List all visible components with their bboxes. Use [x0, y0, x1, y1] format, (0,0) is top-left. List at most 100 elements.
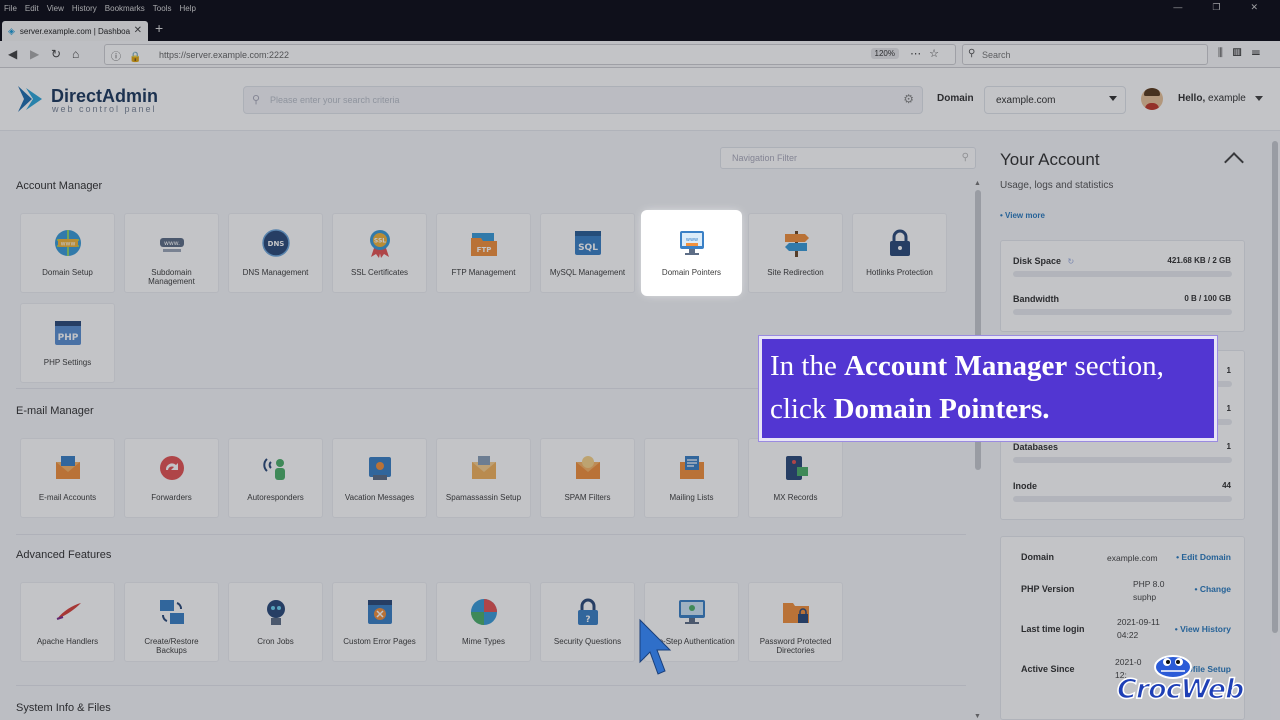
- your-account-subtitle: Usage, logs and statistics: [1000, 180, 1114, 191]
- ssl-badge-icon: SSL: [370, 230, 390, 258]
- library-sidebar-menu-icons[interactable]: ⫼▥☰: [1218, 47, 1270, 60]
- card-security-questions[interactable]: ? Security Questions: [540, 582, 635, 662]
- forward-arrow-icon: [160, 456, 184, 480]
- info-name: Domain: [1021, 552, 1055, 562]
- card-domain-setup[interactable]: www Domain Setup: [20, 213, 115, 293]
- user-greeting[interactable]: Hello, example: [1178, 93, 1246, 104]
- menu-tools[interactable]: Tools: [153, 4, 172, 13]
- two-step-monitor-icon: [679, 600, 705, 624]
- panel-search-input[interactable]: ⚲ Please enter your search criteria ⚙: [243, 86, 923, 114]
- card-subdomain-management[interactable]: www. Subdomain Management: [124, 213, 219, 293]
- new-tab-icon[interactable]: +: [155, 20, 163, 36]
- page-actions-icon[interactable]: ⋯☆: [910, 47, 947, 60]
- card-forwarders[interactable]: Forwarders: [124, 438, 219, 518]
- card-email-accounts[interactable]: E-mail Accounts: [20, 438, 115, 518]
- directadmin-logo-icon: [18, 86, 42, 112]
- card-apache-handlers[interactable]: Apache Handlers: [20, 582, 115, 662]
- search-icon: ⚲: [968, 48, 976, 59]
- collapse-chevron-icon[interactable]: [1224, 152, 1244, 172]
- card-site-redirection[interactable]: Site Redirection: [748, 213, 843, 293]
- menu-history[interactable]: History: [72, 4, 97, 13]
- restore-icon[interactable]: ❐: [1212, 2, 1220, 13]
- card-vacation-messages[interactable]: Vacation Messages: [332, 438, 427, 518]
- security-lock-icon: ?: [578, 598, 598, 625]
- url-bar[interactable]: ⓘ🔒 https://server.example.com:2222 120% …: [104, 44, 956, 65]
- screen: File Edit View History Bookmarks Tools H…: [0, 0, 1280, 720]
- vacation-icon: [369, 457, 391, 480]
- card-label: E-mail Accounts: [38, 493, 97, 502]
- view-history-link[interactable]: • View History: [1175, 624, 1231, 634]
- zoom-level[interactable]: 120%: [870, 48, 899, 59]
- info-last-login: Last time login 2021-09-11 04:22 • View …: [1021, 617, 1232, 640]
- domain-pointer-monitor-icon: www: [680, 231, 704, 255]
- menu-file[interactable]: File: [4, 4, 17, 13]
- navigation-filter-input[interactable]: Navigation Filter ⚲: [720, 147, 976, 169]
- card-spamassassin-setup[interactable]: Spamassassin Setup: [436, 438, 531, 518]
- scroll-down-icon[interactable]: ▼: [974, 713, 981, 720]
- home-icon[interactable]: ⌂: [72, 47, 79, 61]
- signpost-icon: [785, 231, 809, 257]
- view-more-link[interactable]: • View more: [1000, 211, 1045, 220]
- forward-icon[interactable]: ▶: [30, 47, 39, 61]
- user-menu-chevron-icon[interactable]: [1255, 96, 1263, 101]
- gear-icon[interactable]: ⚙: [903, 92, 914, 106]
- card-label: DNS Management: [242, 268, 309, 277]
- card-create-restore-backups[interactable]: Create/Restore Backups: [124, 582, 219, 662]
- minimize-icon[interactable]: —: [1173, 2, 1182, 13]
- edit-domain-link[interactable]: • Edit Domain: [1176, 552, 1231, 562]
- menu-view[interactable]: View: [47, 4, 64, 13]
- page-scrollbar[interactable]: [1270, 131, 1280, 720]
- site-info-icon[interactable]: ⓘ🔒: [111, 48, 149, 63]
- stat-databases: Databases 1: [1013, 442, 1232, 463]
- card-label: PHP Settings: [43, 358, 92, 367]
- card-label: Hotlinks Protection: [866, 268, 933, 277]
- change-php-link[interactable]: • Change: [1194, 584, 1231, 594]
- domain-select[interactable]: example.com: [984, 86, 1126, 114]
- card-ssl-certificates[interactable]: SSL SSL Certificates: [332, 213, 427, 293]
- card-ftp-management[interactable]: FTP FTP Management: [436, 213, 531, 293]
- card-label: Autoresponders: [247, 493, 304, 502]
- card-mailing-lists[interactable]: Mailing Lists: [644, 438, 739, 518]
- stat-value: 1: [1226, 366, 1231, 375]
- usage-bar: [1013, 309, 1232, 315]
- card-autoresponders[interactable]: Autoresponders: [228, 438, 323, 518]
- card-domain-pointers[interactable]: www Domain Pointers: [644, 213, 739, 293]
- menu-help[interactable]: Help: [179, 4, 195, 13]
- your-account-title: Your Account: [1000, 150, 1100, 169]
- stat-name: Bandwidth: [1013, 294, 1059, 304]
- browser-tabbar: ◈ server.example.com | Dashboa ✕: [0, 16, 1280, 41]
- php-window-icon: PHP: [55, 321, 81, 345]
- menu-bookmarks[interactable]: Bookmarks: [105, 4, 145, 13]
- card-mysql-management[interactable]: SQL MySQL Management: [540, 213, 635, 293]
- avatar[interactable]: [1141, 88, 1163, 110]
- card-hotlinks-protection[interactable]: Hotlinks Protection: [852, 213, 947, 293]
- card-label: Create/Restore Backups: [144, 637, 199, 655]
- stat-value: 1: [1226, 404, 1231, 413]
- scrollbar-thumb[interactable]: [1272, 141, 1278, 633]
- close-window-icon[interactable]: ✕: [1250, 2, 1258, 13]
- card-spam-filters[interactable]: SPAM Filters: [540, 438, 635, 518]
- card-password-protected-directories[interactable]: Password Protected Directories: [748, 582, 843, 662]
- card-php-settings[interactable]: PHP PHP Settings: [20, 303, 115, 383]
- close-tab-icon[interactable]: ✕: [134, 25, 142, 36]
- card-cron-jobs[interactable]: Cron Jobs: [228, 582, 323, 662]
- browser-search-input[interactable]: ⚲ Search: [962, 44, 1208, 65]
- card-mx-records[interactable]: MX Records: [748, 438, 843, 518]
- refresh-icon[interactable]: ↻: [1068, 257, 1075, 266]
- main-scrollbar[interactable]: ▲ ▼: [974, 180, 982, 720]
- reload-icon[interactable]: ↻: [51, 47, 61, 61]
- scroll-up-icon[interactable]: ▲: [974, 180, 981, 187]
- back-icon[interactable]: ◀: [8, 47, 17, 61]
- card-label: Password Protected Directories: [759, 637, 832, 655]
- ftp-folder-icon: FTP: [471, 233, 497, 256]
- globe-www-icon: www: [55, 230, 81, 256]
- card-dns-management[interactable]: DNS DNS Management: [228, 213, 323, 293]
- card-mime-types[interactable]: Mime Types: [436, 582, 531, 662]
- domain-label: Domain: [937, 93, 974, 104]
- mime-types-icon: [471, 599, 497, 625]
- menu-edit[interactable]: Edit: [25, 4, 39, 13]
- greeting-prefix: Hello,: [1178, 93, 1206, 104]
- browser-tab[interactable]: ◈ server.example.com | Dashboa ✕: [2, 21, 148, 41]
- card-custom-error-pages[interactable]: Custom Error Pages: [332, 582, 427, 662]
- svg-text:DNS: DNS: [268, 240, 285, 248]
